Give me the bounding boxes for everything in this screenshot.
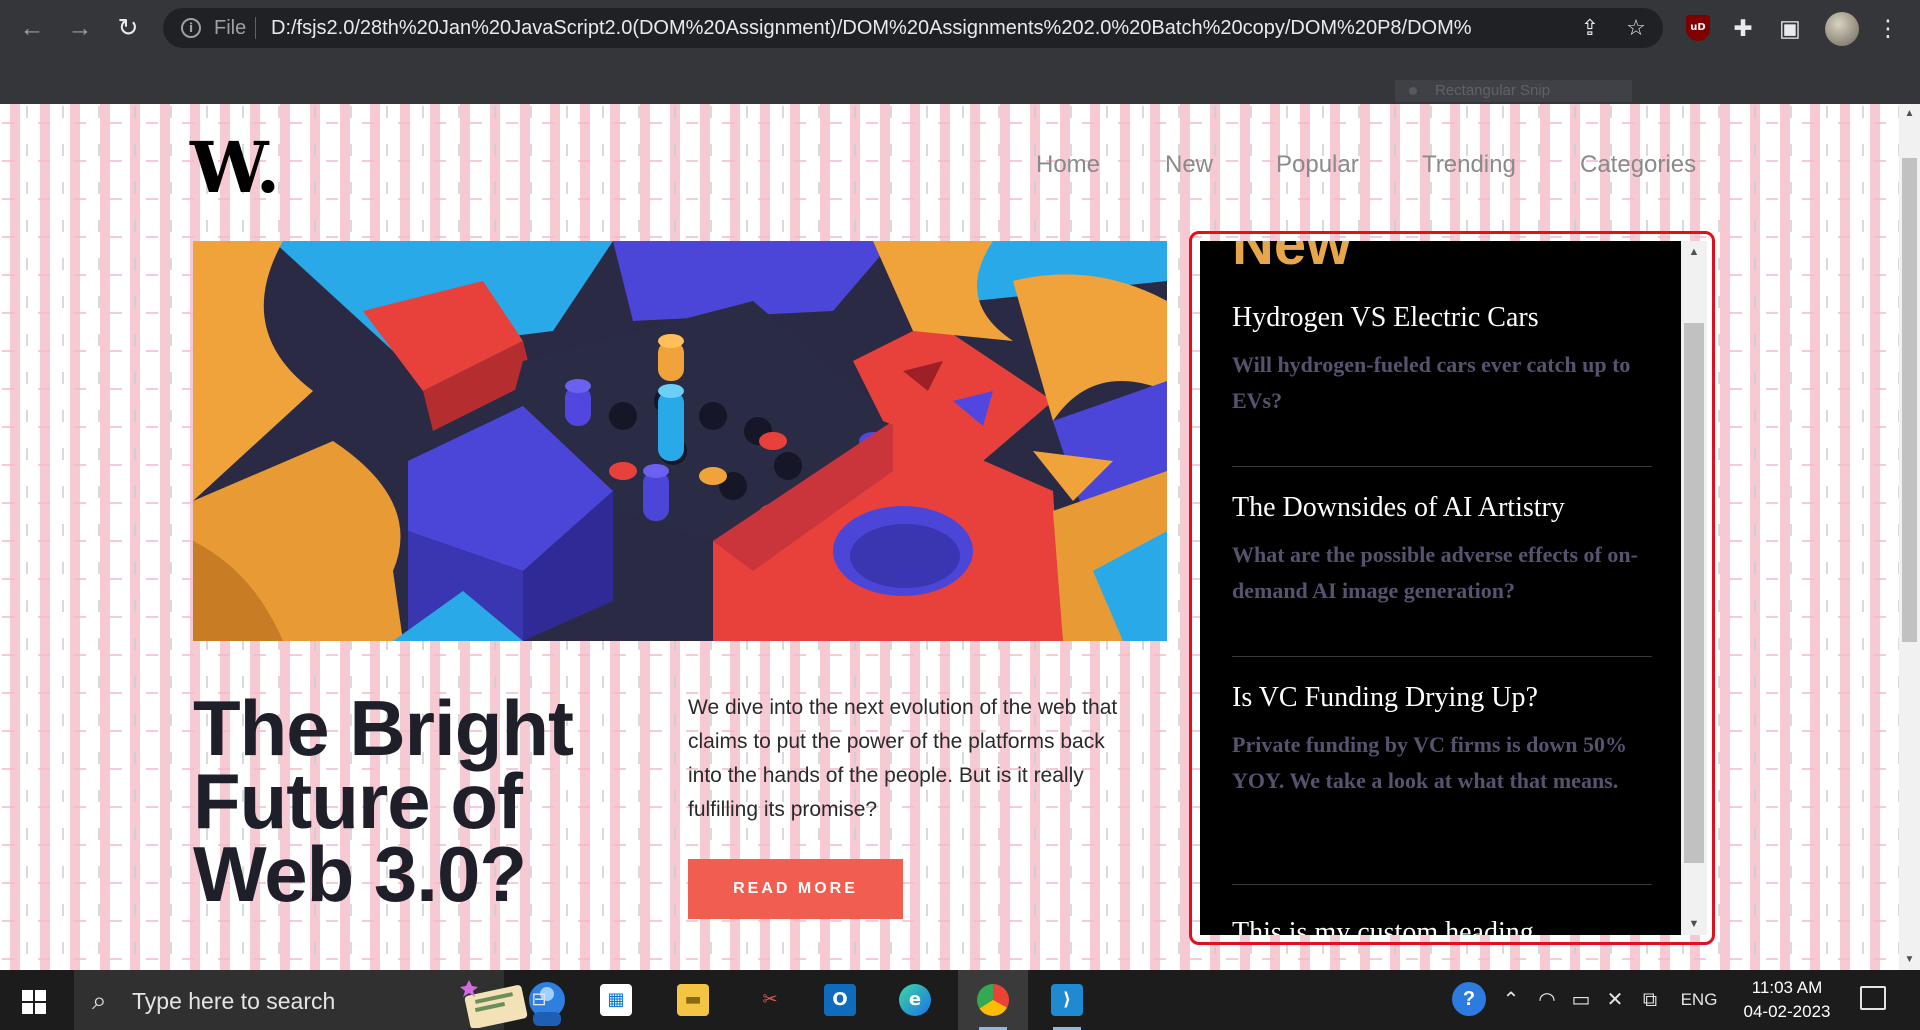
- profile-avatar[interactable]: [1825, 12, 1859, 46]
- address-divider: [255, 17, 256, 39]
- read-more-button[interactable]: READ MORE: [688, 859, 903, 919]
- site-logo[interactable]: W.: [190, 128, 280, 208]
- volume-muted-icon[interactable]: ✕: [1601, 988, 1629, 1012]
- battery-icon[interactable]: ▭: [1567, 988, 1595, 1012]
- article-item[interactable]: Hydrogen VS Electric Cars Will hydrogen-…: [1232, 301, 1652, 419]
- scroll-up-icon[interactable]: ▲: [1899, 104, 1920, 124]
- hero-description: We dive into the next evolution of the w…: [688, 696, 1118, 821]
- article-item[interactable]: The Downsides of AI Artistry What are th…: [1232, 491, 1652, 609]
- article-divider: [1232, 466, 1652, 467]
- nav-categories[interactable]: Categories: [1580, 150, 1696, 180]
- notifications-icon[interactable]: [1860, 986, 1886, 1010]
- ublock-extension-icon[interactable]: uD: [1686, 15, 1710, 41]
- nav-new[interactable]: New: [1165, 150, 1213, 180]
- puzzle-icon[interactable]: ✚: [1727, 12, 1759, 44]
- taskbar-clock[interactable]: 11:03 AM 04-02-2023: [1732, 976, 1842, 1024]
- help-icon[interactable]: ?: [1452, 982, 1486, 1016]
- scissors-icon: ✂: [762, 989, 778, 1010]
- wifi-icon[interactable]: ◠: [1533, 988, 1561, 1012]
- chevron-up-icon[interactable]: ⌃: [1498, 988, 1524, 1012]
- snip-hint-label: Rectangular Snip: [1435, 82, 1551, 99]
- share-icon[interactable]: ⇪: [1576, 14, 1604, 42]
- hero-headline: The Bright Future of Web 3.0?: [193, 684, 574, 918]
- search-placeholder: Type here to search: [132, 988, 336, 1014]
- browser-toolbar: ← → ↻ i File D:/fsjs2.0/28th%20Jan%20Jav…: [0, 0, 1920, 104]
- address-bar[interactable]: i File D:/fsjs2.0/28th%20Jan%20JavaScrip…: [163, 8, 1663, 48]
- article-title[interactable]: Hydrogen VS Electric Cars: [1232, 301, 1652, 335]
- microsoft-store-icon: ▦: [600, 984, 632, 1016]
- new-articles-panel[interactable]: New Hydrogen VS Electric Cars Will hydro…: [1200, 241, 1681, 935]
- scroll-down-icon[interactable]: ▼: [1899, 950, 1920, 970]
- article-summary: Private funding by VC firms is down 50% …: [1232, 732, 1628, 793]
- folder-icon: ▬: [677, 984, 709, 1016]
- nav-home[interactable]: Home: [1036, 150, 1100, 180]
- taskbar-outlook[interactable]: O: [805, 970, 875, 1030]
- taskbar-search[interactable]: ⌕ Type here to search: [74, 970, 565, 1030]
- article-title[interactable]: Is VC Funding Drying Up?: [1232, 681, 1652, 715]
- windows-start-icon[interactable]: [22, 990, 46, 1014]
- language-indicator[interactable]: ENG: [1676, 988, 1722, 1012]
- taskbar-store[interactable]: ▦: [581, 970, 651, 1030]
- snip-dot-icon: [1409, 87, 1417, 95]
- taskbar-snipping-tool[interactable]: ✂: [735, 970, 805, 1030]
- article-divider: [1232, 884, 1652, 885]
- search-icon: ⌕: [92, 985, 107, 1015]
- panel-scrollbar[interactable]: ▲ ▼: [1681, 241, 1707, 935]
- nav-trending[interactable]: Trending: [1422, 150, 1516, 180]
- clock-time: 11:03 AM: [1751, 978, 1823, 997]
- taskbar-chrome[interactable]: [958, 970, 1028, 1030]
- rectangular-snip-hint: Rectangular Snip: [1395, 80, 1632, 102]
- article-item[interactable]: Is VC Funding Drying Up? Private funding…: [1232, 681, 1652, 799]
- article-summary: What are the possible adverse effects of…: [1232, 542, 1638, 603]
- article-divider: [1232, 656, 1652, 657]
- task-view-button[interactable]: ⊟: [504, 970, 574, 1030]
- side-panel-icon[interactable]: ▣: [1774, 12, 1806, 44]
- taskbar-file-explorer[interactable]: ▬: [658, 970, 728, 1030]
- taskbar-edge[interactable]: e: [880, 970, 950, 1030]
- nav-popular[interactable]: Popular: [1276, 150, 1359, 180]
- hero-image: [193, 241, 1167, 641]
- scheme-label: File: [214, 17, 247, 39]
- back-arrow-icon[interactable]: ←: [16, 12, 48, 44]
- page-scroll-thumb[interactable]: [1902, 158, 1917, 642]
- article-item[interactable]: This is my custom heading: [1232, 916, 1652, 935]
- clock-date: 04-02-2023: [1743, 1002, 1831, 1021]
- info-icon[interactable]: i: [181, 18, 201, 38]
- scroll-down-icon[interactable]: ▼: [1681, 913, 1707, 935]
- star-icon[interactable]: ☆: [1622, 14, 1650, 42]
- new-panel-title: New: [1232, 241, 1352, 277]
- forward-arrow-icon[interactable]: →: [64, 12, 96, 44]
- task-view-icon: ⊟: [531, 989, 547, 1010]
- scroll-up-icon[interactable]: ▲: [1681, 241, 1707, 263]
- chrome-icon: [977, 984, 1009, 1016]
- taskbar-vscode[interactable]: ⟩: [1032, 970, 1102, 1030]
- article-summary: Will hydrogen-fueled cars ever catch up …: [1232, 352, 1631, 413]
- article-title[interactable]: This is my custom heading: [1232, 916, 1652, 935]
- page-scrollbar[interactable]: ▲ ▼: [1899, 104, 1920, 970]
- reload-icon[interactable]: ↻: [112, 12, 144, 44]
- vscode-icon: ⟩: [1051, 984, 1083, 1016]
- article-title[interactable]: The Downsides of AI Artistry: [1232, 491, 1652, 525]
- outlook-icon: O: [824, 984, 856, 1016]
- url-text[interactable]: D:/fsjs2.0/28th%20Jan%20JavaScript2.0(DO…: [271, 17, 1471, 39]
- kebab-menu-icon[interactable]: ⋮: [1872, 12, 1904, 44]
- network-icon[interactable]: ⧉: [1636, 988, 1664, 1012]
- edge-icon: e: [899, 984, 931, 1016]
- windows-taskbar: ⌕ Type here to search ⊟ ▦ ▬ ✂ O e ⟩ ? ⌃ …: [0, 970, 1920, 1030]
- page-viewport: W. Home New Popular Trending Categories: [0, 104, 1899, 970]
- panel-scroll-thumb[interactable]: [1684, 323, 1704, 863]
